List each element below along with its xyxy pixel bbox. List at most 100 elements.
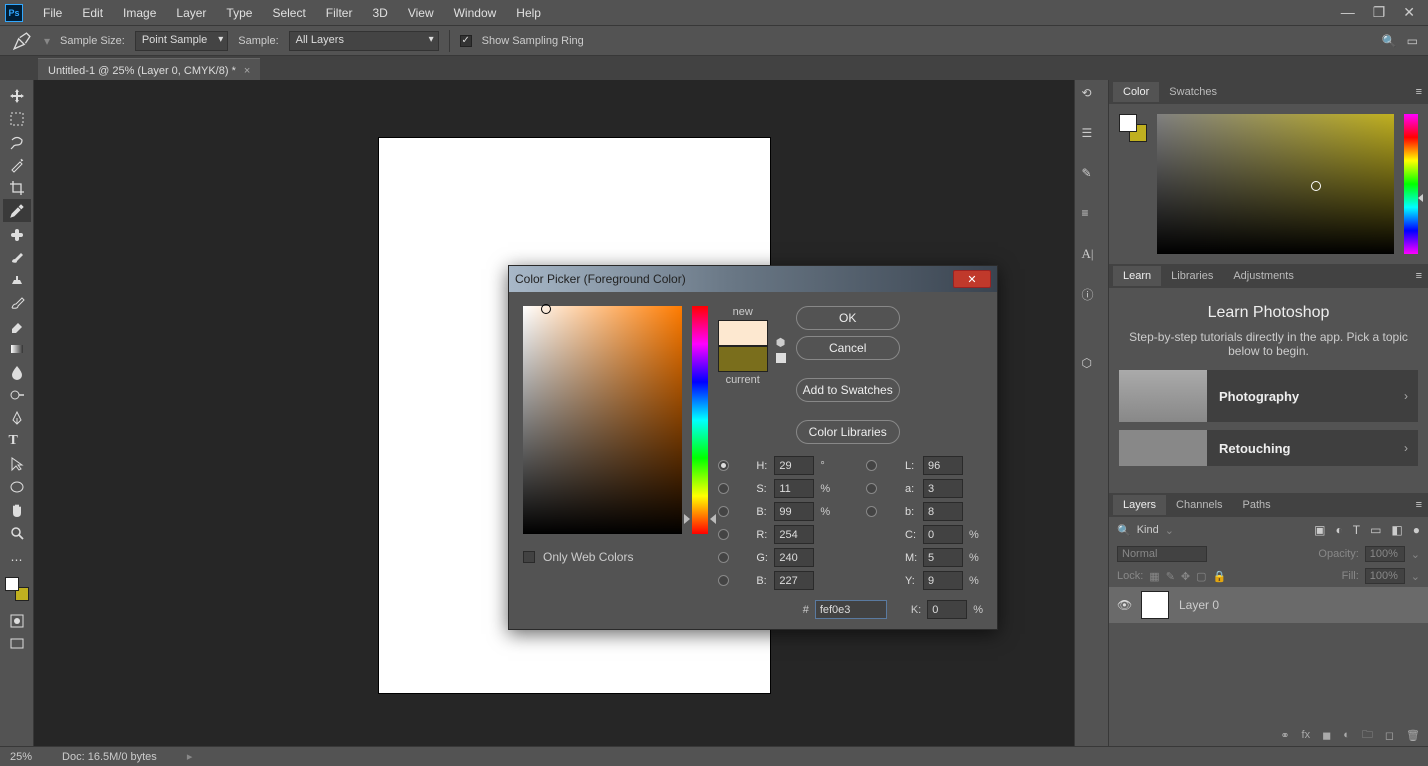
lock-all-icon[interactable]: 🔒 xyxy=(1213,570,1227,583)
lock-transparency-icon[interactable]: ▦ xyxy=(1149,570,1159,583)
active-tool-icon[interactable] xyxy=(10,29,34,53)
learn-item-photography[interactable]: Photography › xyxy=(1119,370,1418,422)
warning-icon[interactable]: ⬢ xyxy=(776,336,786,349)
green-radio[interactable] xyxy=(718,552,729,563)
panel-menu-icon[interactable]: ≡ xyxy=(1410,499,1428,511)
foreground-background-swatch[interactable] xyxy=(5,577,29,601)
menu-help[interactable]: Help xyxy=(506,1,551,25)
menu-edit[interactable]: Edit xyxy=(72,1,113,25)
black-input[interactable] xyxy=(927,600,967,619)
adjustment-layer-icon[interactable]: ◐ xyxy=(1343,729,1350,741)
path-selection-tool[interactable] xyxy=(3,452,31,475)
magic-wand-tool[interactable] xyxy=(3,153,31,176)
paragraph-panel-icon[interactable]: ≡ xyxy=(1082,206,1102,226)
healing-brush-tool[interactable] xyxy=(3,222,31,245)
brush-tool[interactable] xyxy=(3,245,31,268)
character-panel-icon[interactable]: A| xyxy=(1082,246,1102,266)
new-color-swatch[interactable] xyxy=(718,320,768,346)
only-web-colors-checkbox[interactable] xyxy=(523,551,535,563)
layer-thumbnail[interactable] xyxy=(1141,591,1169,619)
current-color-swatch[interactable] xyxy=(718,346,768,372)
zoom-level[interactable]: 25% xyxy=(10,751,32,763)
lock-artboard-icon[interactable]: ▢ xyxy=(1196,570,1206,583)
l-input[interactable] xyxy=(923,456,963,475)
fill-input[interactable]: 100% xyxy=(1365,568,1405,584)
window-restore-button[interactable]: ❐ xyxy=(1373,4,1386,21)
panel-foreground-background-swatch[interactable] xyxy=(1119,114,1147,142)
menu-filter[interactable]: Filter xyxy=(316,1,363,25)
color-panel-field[interactable] xyxy=(1157,114,1394,254)
a-radio[interactable] xyxy=(866,483,877,494)
red-radio[interactable] xyxy=(718,529,729,540)
filter-adjustment-icon[interactable]: ◐ xyxy=(1335,523,1342,537)
delete-layer-icon[interactable]: 🗑 xyxy=(1406,729,1420,742)
search-icon[interactable]: 🔍 xyxy=(1117,524,1131,537)
cancel-button[interactable]: Cancel xyxy=(796,336,900,360)
info-panel-icon[interactable]: ⓘ xyxy=(1082,286,1102,306)
menu-type[interactable]: Type xyxy=(216,1,262,25)
dialog-close-button[interactable]: ✕ xyxy=(953,270,991,288)
a-input[interactable] xyxy=(923,479,963,498)
gradient-tool[interactable] xyxy=(3,337,31,360)
pen-tool[interactable] xyxy=(3,406,31,429)
history-panel-icon[interactable]: ⟲ xyxy=(1082,86,1102,106)
filter-smart-icon[interactable]: ◧ xyxy=(1391,523,1402,537)
crop-tool[interactable] xyxy=(3,176,31,199)
add-to-swatches-button[interactable]: Add to Swatches xyxy=(796,378,900,402)
l-radio[interactable] xyxy=(866,460,877,471)
menu-select[interactable]: Select xyxy=(262,1,315,25)
type-tool[interactable]: T xyxy=(3,429,31,452)
edit-toolbar-button[interactable]: ⋯ xyxy=(3,548,31,571)
hue-radio[interactable] xyxy=(718,460,729,471)
eraser-tool[interactable] xyxy=(3,314,31,337)
window-minimize-button[interactable]: — xyxy=(1341,4,1355,21)
layer-name[interactable]: Layer 0 xyxy=(1179,598,1219,612)
hue-slider[interactable] xyxy=(692,306,708,534)
hand-tool[interactable] xyxy=(3,498,31,521)
tab-adjustments[interactable]: Adjustments xyxy=(1223,266,1304,286)
menu-view[interactable]: View xyxy=(398,1,444,25)
lock-image-icon[interactable]: ✎ xyxy=(1166,570,1175,583)
marquee-tool[interactable] xyxy=(3,107,31,130)
zoom-tool[interactable] xyxy=(3,521,31,544)
menu-window[interactable]: Window xyxy=(444,1,507,25)
brightness-input[interactable] xyxy=(774,502,814,521)
dodge-tool[interactable] xyxy=(3,383,31,406)
layer-mask-icon[interactable]: ◼ xyxy=(1322,729,1331,742)
show-sampling-ring-checkbox[interactable]: ✓ xyxy=(460,35,472,47)
new-layer-icon[interactable]: ◻ xyxy=(1385,729,1394,742)
visibility-toggle-icon[interactable]: 👁 xyxy=(1117,598,1131,612)
yellow-input[interactable] xyxy=(923,571,963,590)
green-input[interactable] xyxy=(774,548,814,567)
saturation-radio[interactable] xyxy=(718,483,729,494)
tab-paths[interactable]: Paths xyxy=(1233,495,1281,515)
tab-channels[interactable]: Channels xyxy=(1166,495,1232,515)
filter-shape-icon[interactable]: ▭ xyxy=(1370,523,1381,537)
blue-input[interactable] xyxy=(774,571,814,590)
brushes-panel-icon[interactable]: ✎ xyxy=(1082,166,1102,186)
sample-size-select[interactable]: Point Sample xyxy=(135,31,228,51)
layer-style-icon[interactable]: fx xyxy=(1302,729,1311,741)
cyan-input[interactable] xyxy=(923,525,963,544)
menu-image[interactable]: Image xyxy=(113,1,166,25)
menu-3d[interactable]: 3D xyxy=(362,1,397,25)
hue-input[interactable] xyxy=(774,456,814,475)
menu-file[interactable]: File xyxy=(33,1,72,25)
3d-panel-icon[interactable]: ⬡ xyxy=(1082,356,1102,376)
shape-tool[interactable] xyxy=(3,475,31,498)
learn-item-retouching[interactable]: Retouching › xyxy=(1119,430,1418,466)
group-icon[interactable]: 🗀 xyxy=(1362,726,1373,745)
opacity-input[interactable]: 100% xyxy=(1365,546,1405,562)
doc-info[interactable]: Doc: 16.5M/0 bytes xyxy=(62,751,157,763)
workspace-icon[interactable]: ▭ xyxy=(1407,34,1418,48)
web-safe-icon[interactable] xyxy=(776,353,786,363)
lasso-tool[interactable] xyxy=(3,130,31,153)
close-tab-button[interactable]: × xyxy=(244,65,250,77)
history-brush-tool[interactable] xyxy=(3,291,31,314)
red-input[interactable] xyxy=(774,525,814,544)
quick-mask-button[interactable] xyxy=(3,609,31,632)
panel-menu-icon[interactable]: ≡ xyxy=(1410,270,1428,282)
tab-swatches[interactable]: Swatches xyxy=(1159,82,1227,102)
dialog-titlebar[interactable]: Color Picker (Foreground Color) ✕ xyxy=(509,266,997,292)
blur-tool[interactable] xyxy=(3,360,31,383)
